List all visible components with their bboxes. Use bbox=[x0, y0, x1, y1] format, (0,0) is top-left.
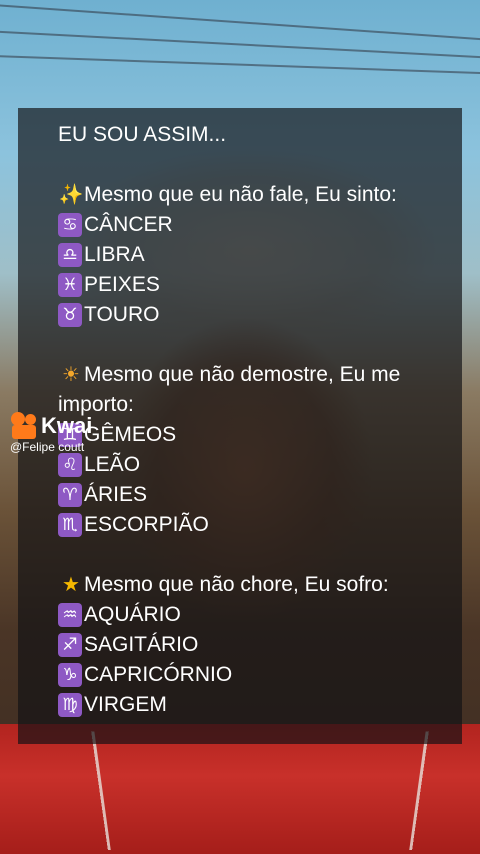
zodiac-sign-label: GÊMEOS bbox=[84, 423, 177, 446]
sagittarius-icon: ♐ bbox=[58, 633, 82, 657]
section-heading-text: Mesmo que não chore, Eu sofro: bbox=[84, 573, 389, 596]
zodiac-sign-item: ♈ ÁRIES bbox=[58, 480, 422, 510]
sparkles-icon: ✨ bbox=[58, 184, 84, 206]
zodiac-section: ✨Mesmo que eu não fale, Eu sinto: ♋ CÂNCER… bbox=[58, 180, 422, 330]
pisces-icon: ♓ bbox=[58, 273, 82, 297]
section-heading: ★ Mesmo que não chore, Eu sofro: bbox=[58, 570, 422, 600]
taurus-icon: ♉ bbox=[58, 303, 82, 327]
sun-icon: ☀ bbox=[62, 364, 80, 386]
shirt-collar bbox=[91, 731, 429, 851]
kwai-username: @Felipe coutt bbox=[10, 440, 85, 454]
zodiac-sign-item: ♏ ESCORPIÃO bbox=[58, 510, 422, 540]
zodiac-sign-item: ♊ GÊMEOS bbox=[58, 420, 422, 450]
zodiac-sign-item: ♌ LEÃO bbox=[58, 450, 422, 480]
zodiac-section: ★ Mesmo que não chore, Eu sofro: ♒ AQUÁRIO ♐… bbox=[58, 570, 422, 720]
aries-icon: ♈ bbox=[58, 483, 82, 507]
aquarius-icon: ♒ bbox=[58, 603, 82, 627]
section-heading-text: Mesmo que eu não fale, Eu sinto: bbox=[84, 183, 397, 206]
zodiac-sign-item: ♐ SAGITÁRIO bbox=[58, 630, 422, 660]
scorpio-icon: ♏ bbox=[58, 513, 82, 537]
section-heading: ☀ Mesmo que não demostre, Eu me importo: bbox=[58, 360, 422, 420]
kwai-watermark: Kwai @Felipe coutt bbox=[10, 412, 92, 454]
zodiac-sign-item: ♋ CÂNCER bbox=[58, 210, 422, 240]
zodiac-sign-label: SAGITÁRIO bbox=[84, 633, 199, 656]
zodiac-sign-item: ♎ LIBRA bbox=[58, 240, 422, 270]
sections-container: ✨Mesmo que eu não fale, Eu sinto: ♋ CÂNCER… bbox=[58, 180, 422, 720]
power-line bbox=[0, 3, 480, 43]
zodiac-sign-label: TOURO bbox=[84, 303, 160, 326]
kwai-brand: Kwai bbox=[10, 412, 92, 440]
zodiac-sign-label: CÂNCER bbox=[84, 213, 173, 236]
zodiac-sign-item: ♑ CAPRICÓRNIO bbox=[58, 660, 422, 690]
zodiac-sign-label: PEIXES bbox=[84, 273, 160, 296]
zodiac-sign-item: ♍ VIRGEM bbox=[58, 690, 422, 720]
section-heading: ✨Mesmo que eu não fale, Eu sinto: bbox=[58, 180, 422, 210]
section-heading-text: Mesmo que não demostre, Eu me importo: bbox=[58, 363, 401, 416]
zodiac-sign-label: ESCORPIÃO bbox=[84, 513, 209, 536]
capricorn-icon: ♑ bbox=[58, 663, 82, 687]
leo-icon: ♌ bbox=[58, 453, 82, 477]
zodiac-sign-item: ♉ TOURO bbox=[58, 300, 422, 330]
star-icon: ★ bbox=[62, 574, 80, 596]
zodiac-section: ☀ Mesmo que não demostre, Eu me importo: ♊… bbox=[58, 360, 422, 540]
kwai-brand-name: Kwai bbox=[41, 413, 93, 438]
cancer-icon: ♋ bbox=[58, 213, 82, 237]
zodiac-sign-label: VIRGEM bbox=[84, 693, 167, 716]
post-title: EU SOU ASSIM... bbox=[58, 123, 227, 146]
zodiac-sign-label: AQUÁRIO bbox=[84, 603, 181, 626]
zodiac-sign-item: ♒ AQUÁRIO bbox=[58, 600, 422, 630]
zodiac-sign-label: LEÃO bbox=[84, 453, 141, 476]
libra-icon: ♎ bbox=[58, 243, 82, 267]
kwai-logo-icon bbox=[10, 412, 38, 440]
zodiac-sign-item: ♓ PEIXES bbox=[58, 270, 422, 300]
zodiac-sign-label: CAPRICÓRNIO bbox=[84, 663, 233, 686]
virgo-icon: ♍ bbox=[58, 693, 82, 717]
power-line bbox=[0, 54, 480, 76]
zodiac-sign-label: ÁRIES bbox=[84, 483, 148, 506]
zodiac-sign-label: LIBRA bbox=[84, 243, 145, 266]
